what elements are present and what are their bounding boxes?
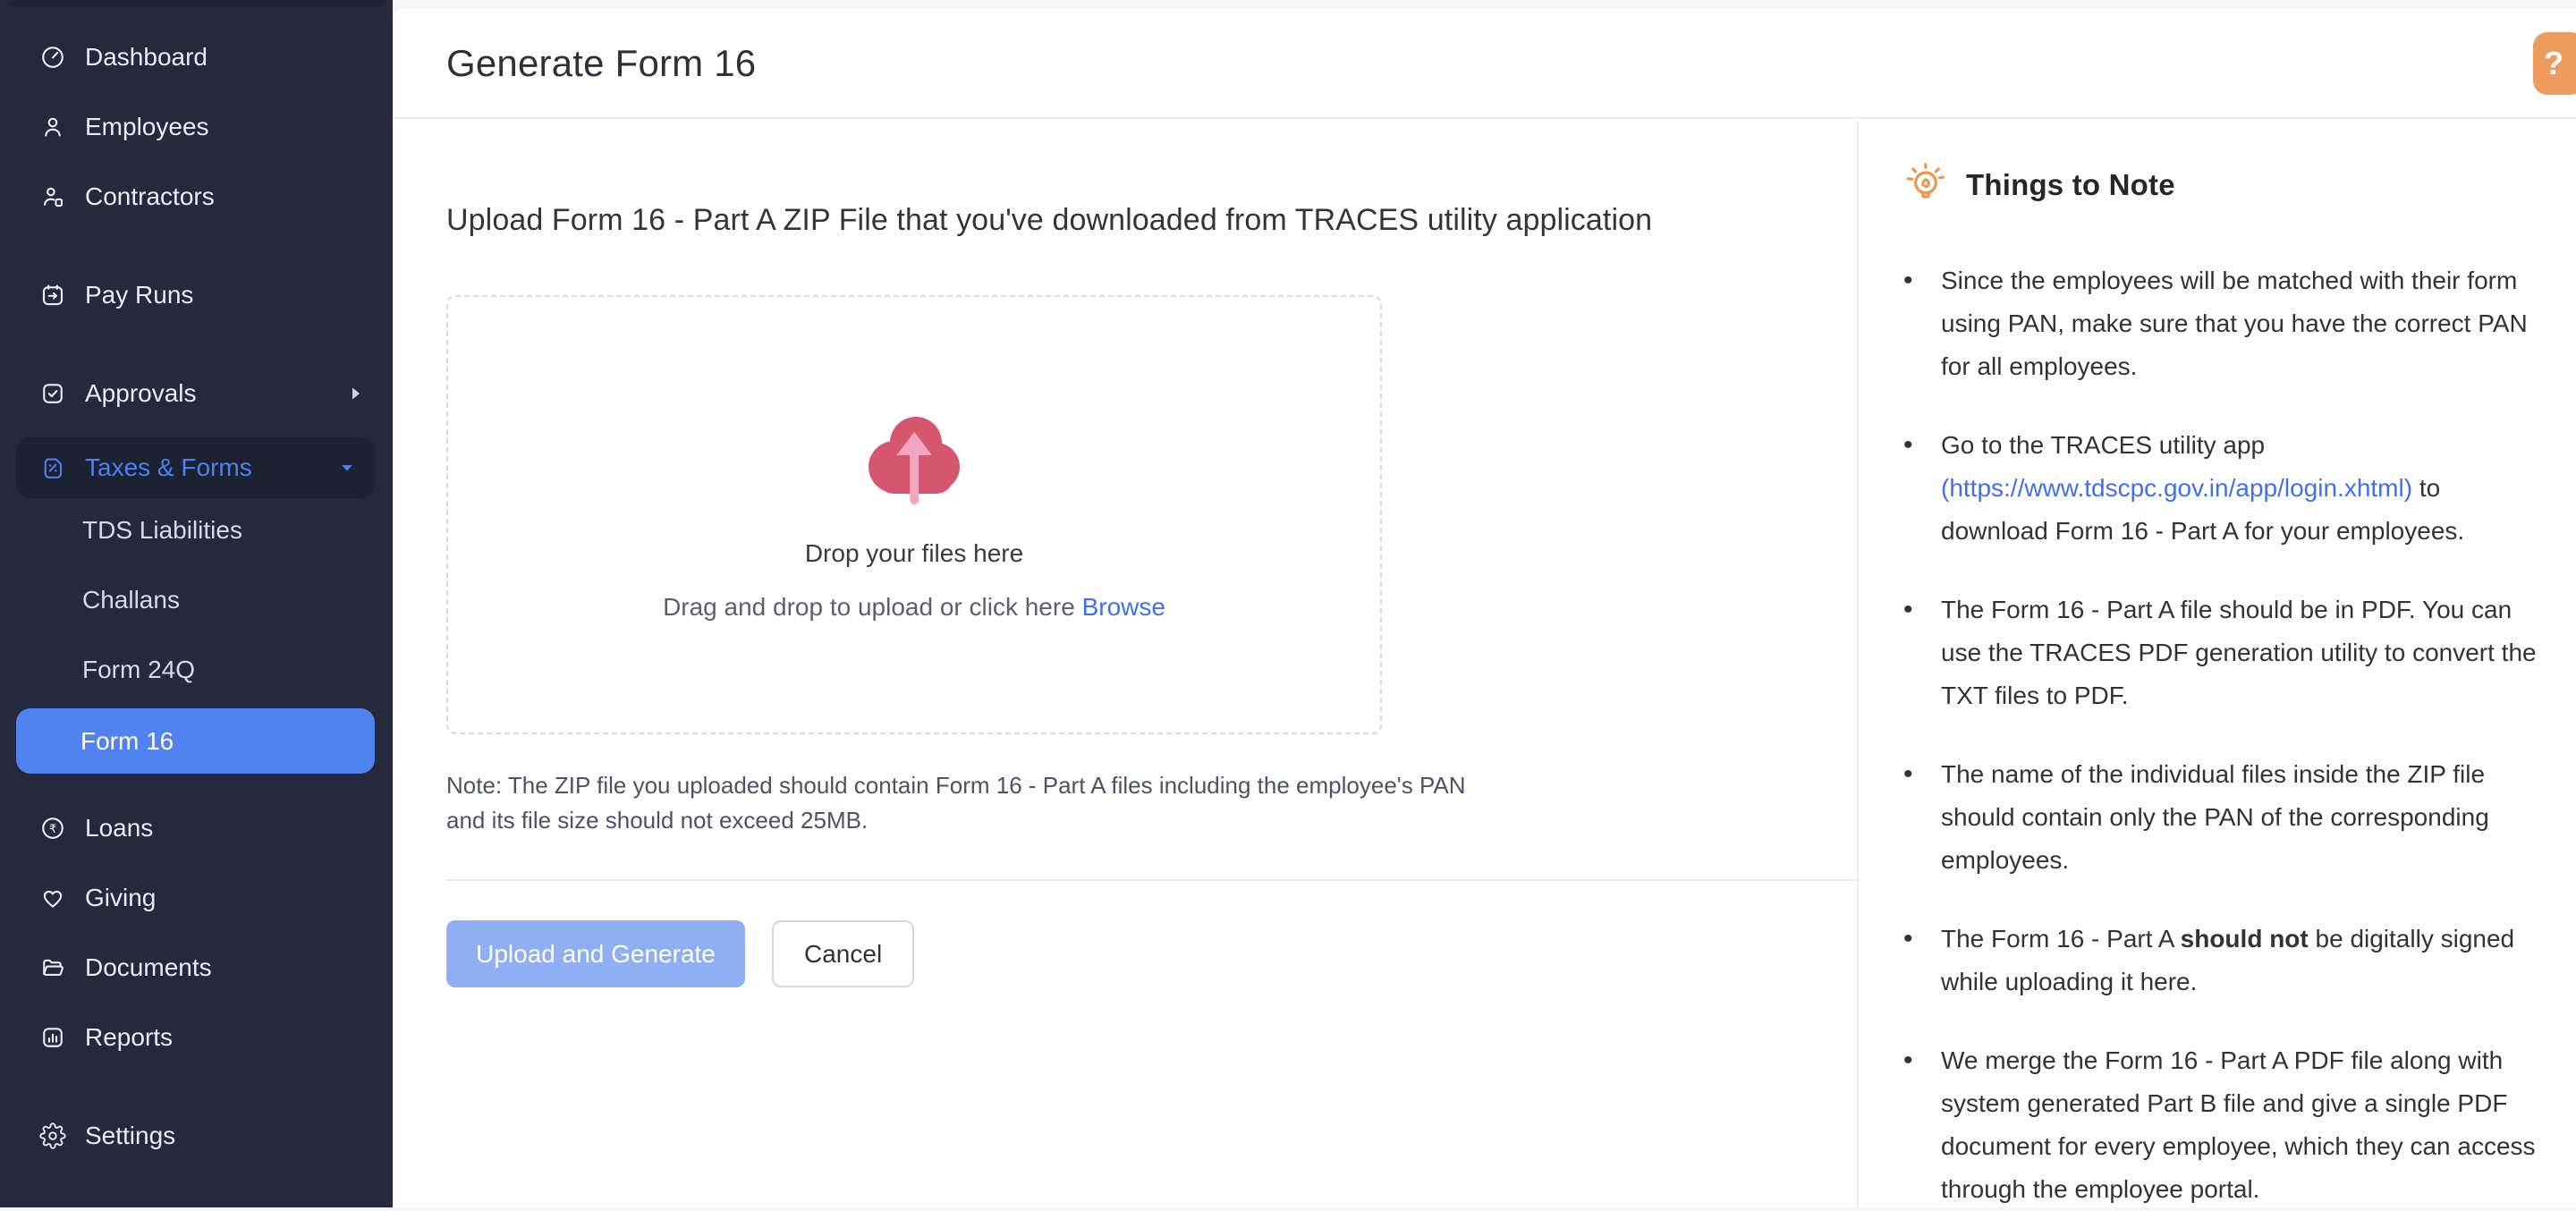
sidebar: Dashboard Employees Contractors Pay Runs App… [0, 0, 393, 1207]
employees-icon [39, 114, 66, 140]
section-heading: Upload Form 16 - Part A ZIP File that yo… [446, 203, 1857, 238]
note-item: The name of the individual files inside … [1902, 753, 2537, 882]
sidebar-item-label: Approvals [85, 379, 197, 408]
note-item: Since the employees will be matched with… [1902, 259, 2537, 388]
dropzone-hint-text: Drag and drop to upload or click here [663, 593, 1075, 621]
upload-note: Note: The ZIP file you uploaded should c… [446, 768, 1857, 838]
sidebar-item-label: Reports [85, 1023, 173, 1052]
page-title: Generate Form 16 [446, 42, 756, 85]
chevron-right-icon [350, 386, 362, 401]
action-buttons: Upload and Generate Cancel [446, 920, 1857, 987]
cloud-upload-icon [856, 408, 972, 512]
lightbulb-icon [1902, 161, 1950, 209]
help-button[interactable]: ? [2533, 32, 2576, 95]
chevron-down-icon [341, 461, 353, 475]
reports-icon [39, 1024, 66, 1051]
note-text: The Form 16 - Part A file should be in P… [1941, 596, 2537, 709]
sidebar-item-label: TDS Liabilities [82, 516, 242, 545]
dashboard-icon [39, 44, 66, 71]
note-item: Go to the TRACES utility app (https://ww… [1902, 424, 2537, 553]
sidebar-item-reports[interactable]: Reports [0, 1012, 393, 1063]
sidebar-item-label: Contractors [85, 182, 215, 211]
note-text: The Form 16 - Part A [1941, 925, 2181, 953]
sidebar-item-label: Form 16 [80, 727, 174, 756]
sidebar-item-label: Taxes & Forms [85, 453, 252, 482]
things-to-note-list: Since the employees will be matched with… [1902, 259, 2537, 1211]
sidebar-item-approvals[interactable]: Approvals [0, 368, 393, 419]
sidebar-item-form-16[interactable]: Form 16 [16, 708, 375, 774]
things-to-note-header: Things to Note [1902, 161, 2537, 209]
note-text: Go to the TRACES utility app [1941, 431, 2265, 459]
sidebar-item-contractors[interactable]: Contractors [0, 171, 393, 223]
things-to-note-title: Things to Note [1966, 168, 2175, 202]
cancel-button[interactable]: Cancel [772, 920, 914, 987]
sidebar-item-dashboard[interactable]: Dashboard [0, 31, 393, 83]
sidebar-item-label: Challans [82, 586, 180, 614]
help-button-label: ? [2544, 45, 2563, 81]
dropzone-title: Drop your files here [805, 539, 1023, 568]
sidebar-item-label: Giving [85, 884, 156, 912]
upload-and-generate-button[interactable]: Upload and Generate [446, 920, 745, 987]
note-text: Since the employees will be matched with… [1941, 267, 2528, 380]
taxes-icon [39, 454, 66, 481]
note-item: The Form 16 - Part A file should be in P… [1902, 589, 2537, 717]
pay-runs-icon [39, 282, 66, 309]
sidebar-item-label: Settings [85, 1122, 175, 1150]
loans-icon: ₹ [39, 815, 66, 842]
note-bold-text: should not [2181, 925, 2309, 953]
sidebar-item-challans[interactable]: Challans [0, 578, 393, 622]
sidebar-item-label: Dashboard [85, 43, 208, 72]
sidebar-item-taxes-forms[interactable]: Taxes & Forms [16, 437, 375, 498]
sidebar-item-label: Pay Runs [85, 281, 193, 309]
things-to-note-panel: Things to Note Since the employees will … [1857, 121, 2576, 1207]
sidebar-item-documents[interactable]: Documents [0, 942, 393, 994]
sidebar-item-loans[interactable]: ₹ Loans [0, 802, 393, 854]
main-area: Generate Form 16 Upload Form 16 - Part A… [393, 0, 2576, 1207]
content-region: Upload Form 16 - Part A ZIP File that yo… [393, 121, 2576, 1207]
sidebar-item-form-24q[interactable]: Form 24Q [0, 648, 393, 692]
sidebar-item-employees[interactable]: Employees [0, 101, 393, 153]
sidebar-item-label: Loans [85, 814, 153, 843]
contractors-icon [39, 183, 66, 210]
sidebar-item-tds-liabilities[interactable]: TDS Liabilities [0, 508, 393, 553]
sidebar-item-label: Form 24Q [82, 656, 195, 684]
svg-text:₹: ₹ [49, 823, 56, 836]
browse-link[interactable]: Browse [1082, 593, 1165, 621]
settings-icon [39, 1122, 66, 1149]
dropzone-hint: Drag and drop to upload or click here Br… [663, 593, 1165, 622]
note-item: We merge the Form 16 - Part A PDF file a… [1902, 1039, 2537, 1211]
sidebar-item-label: Employees [85, 113, 209, 141]
org-selector-partial[interactable] [5, 0, 387, 7]
note-text: We merge the Form 16 - Part A PDF file a… [1941, 1046, 2536, 1203]
documents-icon [39, 954, 66, 981]
approvals-icon [39, 380, 66, 407]
file-dropzone[interactable]: Drop your files here Drag and drop to up… [446, 295, 1382, 734]
giving-icon [39, 885, 66, 911]
sidebar-item-giving[interactable]: Giving [0, 872, 393, 924]
sidebar-item-settings[interactable]: Settings [0, 1110, 393, 1162]
divider [446, 879, 1857, 881]
traces-login-link[interactable]: (https://www.tdscpc.gov.in/app/login.xht… [1941, 474, 2412, 502]
note-item: The Form 16 - Part A should not be digit… [1902, 918, 2537, 1004]
note-text: The name of the individual files inside … [1941, 760, 2489, 874]
sidebar-item-pay-runs[interactable]: Pay Runs [0, 269, 393, 321]
page-header: Generate Form 16 [393, 9, 2576, 119]
content-card: Generate Form 16 Upload Form 16 - Part A… [393, 9, 2576, 1207]
sidebar-nav: Dashboard Employees Contractors Pay Runs App… [0, 31, 393, 1180]
upload-section: Upload Form 16 - Part A ZIP File that yo… [393, 121, 1857, 1207]
sidebar-item-label: Documents [85, 953, 212, 982]
